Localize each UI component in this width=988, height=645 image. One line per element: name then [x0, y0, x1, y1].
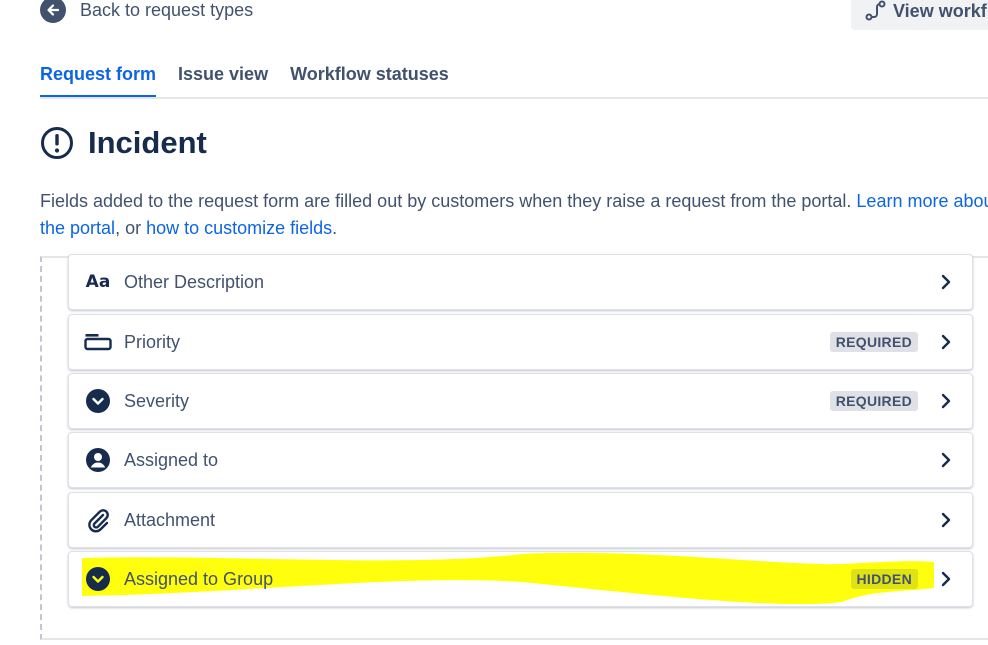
field-other-description[interactable]: Aa Other Description — [68, 254, 973, 310]
field-priority[interactable]: Priority REQUIRED — [68, 314, 973, 370]
priority-field-icon — [83, 315, 113, 369]
chevron-right-icon — [940, 315, 952, 369]
chevron-right-icon — [940, 493, 952, 547]
view-workflow-label: View workf — [893, 0, 987, 21]
field-assigned-to[interactable]: Assigned to — [68, 432, 973, 488]
page-title: Incident — [88, 125, 207, 160]
back-to-request-types-link[interactable]: Back to request types — [40, 0, 253, 23]
tab-issue-view[interactable]: Issue view — [178, 64, 268, 98]
dropdown-circle-icon — [83, 374, 113, 428]
field-severity[interactable]: Severity REQUIRED — [68, 373, 973, 429]
tab-bar: Request form Issue view Workflow statuse… — [40, 64, 449, 98]
description-separator: , or — [115, 218, 147, 238]
field-label: Other Description — [124, 271, 265, 292]
page-description: Fields added to the request form are fil… — [40, 188, 988, 242]
tabs-divider — [40, 97, 988, 99]
dropdown-circle-icon — [83, 552, 113, 606]
user-circle-icon — [83, 433, 113, 487]
back-label: Back to request types — [80, 0, 254, 20]
arrow-left-icon — [40, 0, 66, 23]
exclamation-circle-icon — [40, 126, 74, 160]
hidden-badge: HIDDEN — [850, 569, 918, 589]
paperclip-icon — [83, 493, 113, 547]
field-label: Priority — [124, 331, 181, 352]
description-text: Fields added to the request form are fil… — [40, 191, 857, 211]
view-workflow-button[interactable]: View workf — [851, 0, 988, 30]
required-badge: REQUIRED — [829, 391, 918, 411]
chevron-right-icon — [940, 433, 952, 487]
field-attachment[interactable]: Attachment — [68, 492, 973, 548]
description-end: . — [332, 218, 338, 238]
page-header: Incident — [40, 125, 207, 161]
text-field-icon: Aa — [85, 272, 111, 292]
tab-workflow-statuses[interactable]: Workflow statuses — [290, 64, 449, 98]
field-label: Assigned to — [124, 449, 219, 470]
chevron-right-icon — [940, 255, 952, 309]
field-label: Assigned to Group — [124, 568, 274, 589]
chevron-right-icon — [940, 552, 952, 606]
tab-request-form[interactable]: Request form — [40, 64, 157, 98]
field-label: Attachment — [124, 509, 216, 530]
field-assigned-to-group[interactable]: Assigned to Group HIDDEN — [68, 551, 973, 607]
required-badge: REQUIRED — [829, 332, 918, 352]
workflow-icon — [865, 0, 887, 22]
chevron-right-icon — [940, 374, 952, 428]
field-label: Severity — [124, 390, 190, 411]
customize-fields-link[interactable]: how to customize fields — [146, 218, 332, 238]
